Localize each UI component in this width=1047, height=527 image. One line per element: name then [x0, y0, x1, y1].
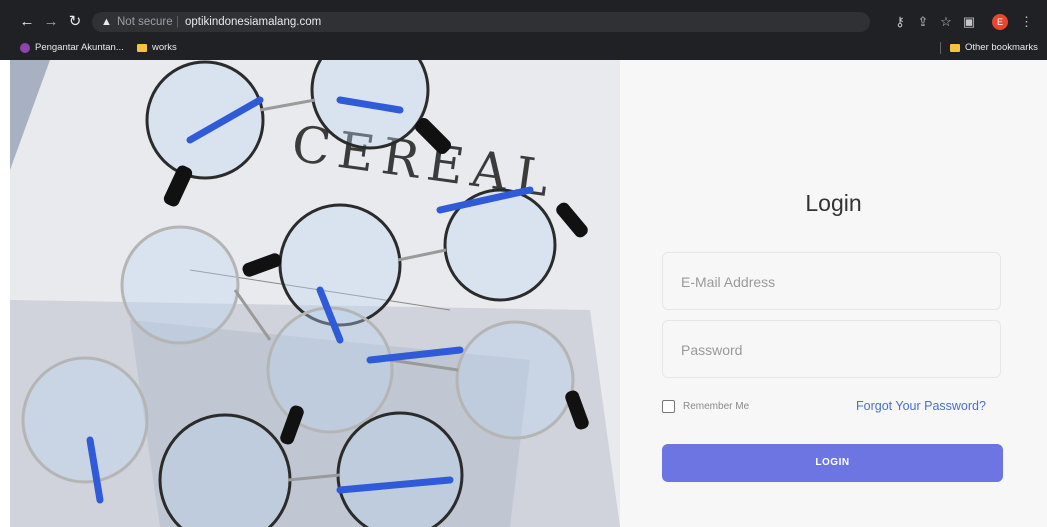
- star-icon[interactable]: ☆: [939, 13, 953, 31]
- email-field[interactable]: E-Mail Address: [662, 252, 1001, 310]
- side-panel-icon[interactable]: ▣: [962, 13, 976, 31]
- address-separator: |: [176, 16, 179, 28]
- page-content: CEREAL Login E-Mail Address Password Rem…: [0, 60, 1047, 527]
- warning-triangle-icon: ▲: [101, 16, 112, 28]
- bookmarks-bar: Pengantar Akuntan... works Other bookmar…: [0, 38, 1047, 58]
- hero-image: CEREAL: [10, 60, 620, 527]
- login-panel: Login E-Mail Address Password Remember M…: [620, 60, 1047, 527]
- profile-avatar[interactable]: E: [992, 14, 1008, 30]
- bookmark-pengantar[interactable]: Pengantar Akuntan...: [20, 38, 124, 58]
- forgot-password-link[interactable]: Forgot Your Password?: [856, 397, 986, 415]
- email-placeholder: E-Mail Address: [681, 274, 776, 290]
- bookmark-label: Pengantar Akuntan...: [35, 42, 124, 53]
- password-placeholder: Password: [681, 342, 743, 358]
- url-text[interactable]: optikindonesiamalang.com: [185, 12, 321, 32]
- folder-icon: [137, 44, 147, 52]
- bookmark-favicon-icon: [20, 43, 30, 53]
- kebab-menu-icon[interactable]: ⋮: [1020, 13, 1033, 31]
- other-bookmarks-label: Other bookmarks: [965, 42, 1038, 53]
- bookmarks-divider: [940, 42, 941, 54]
- share-icon[interactable]: ⇪: [916, 13, 930, 31]
- browser-chrome: ← → ↻ ▲ Not secure | optikindonesiamalan…: [0, 0, 1047, 60]
- key-icon[interactable]: ⚷: [893, 13, 907, 31]
- remember-label: Remember Me: [683, 400, 750, 412]
- address-bar[interactable]: ▲ Not secure | optikindonesiamalang.com: [92, 12, 870, 32]
- not-secure-label: Not secure: [117, 16, 173, 28]
- login-title: Login: [805, 190, 862, 216]
- other-bookmarks[interactable]: Other bookmarks: [950, 38, 1038, 58]
- forward-arrow-icon[interactable]: →: [42, 13, 60, 31]
- login-button[interactable]: LOGIN: [662, 444, 1003, 482]
- bookmark-label: works: [152, 42, 177, 53]
- password-field[interactable]: Password: [662, 320, 1001, 378]
- browser-toolbar: ← → ↻ ▲ Not secure | optikindonesiamalan…: [0, 10, 1047, 34]
- back-arrow-icon[interactable]: ←: [18, 13, 36, 31]
- bookmark-works[interactable]: works: [137, 38, 177, 58]
- eyeglasses-photo: CEREAL: [10, 60, 620, 527]
- reload-icon[interactable]: ↻: [66, 13, 84, 31]
- remember-checkbox[interactable]: [662, 399, 675, 413]
- folder-icon: [950, 44, 960, 52]
- remember-me[interactable]: Remember Me: [662, 397, 749, 415]
